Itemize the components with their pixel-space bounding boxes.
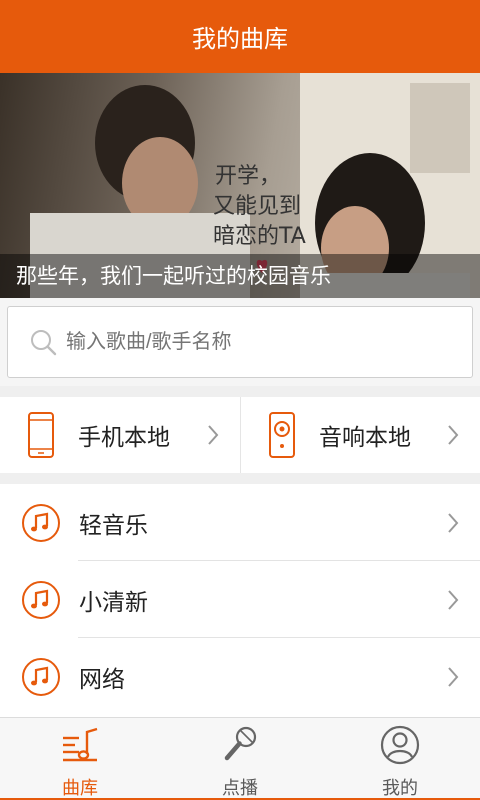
search-input[interactable] <box>66 330 331 354</box>
music-note-icon <box>22 503 60 542</box>
phone-icon <box>28 412 54 458</box>
music-note-icon <box>22 580 60 619</box>
banner-handwriting-line: 开学， <box>215 164 281 189</box>
phone-local-label: 手机本地 <box>78 425 170 451</box>
tab-mine[interactable]: 我的 <box>320 718 480 800</box>
list-item-label: 小清新 <box>79 589 148 616</box>
library-icon <box>63 727 98 762</box>
bottom-tab-bar: 曲库 点播 我的 <box>0 717 480 800</box>
list-item-network[interactable]: 网络 <box>0 638 480 715</box>
tab-label: 我的 <box>382 778 418 799</box>
tab-on-demand[interactable]: 点播 <box>160 718 320 800</box>
list-item-label: 轻音乐 <box>79 512 148 539</box>
chevron-right-icon <box>448 425 459 445</box>
banner-caption: 那些年，我们一起听过的校园音乐 <box>16 264 331 288</box>
page-title: 我的曲库 <box>192 25 288 53</box>
speaker-icon <box>269 412 295 458</box>
search-section <box>0 298 480 386</box>
chevron-right-icon <box>448 512 459 533</box>
category-list: 轻音乐 小清新 网络 <box>0 484 480 717</box>
banner-carousel[interactable]: 开学， 又能见到 暗恋的TA 那些年，我们一起听过的校园音乐 <box>0 73 480 298</box>
app-header: 我的曲库 <box>0 0 480 73</box>
tab-label: 曲库 <box>62 778 98 799</box>
local-sources: 手机本地 音响本地 <box>0 397 480 473</box>
chevron-right-icon <box>448 666 459 687</box>
banner-handwriting-line: 又能见到 <box>213 194 301 219</box>
music-note-icon <box>22 657 60 696</box>
tab-label: 点播 <box>222 778 258 799</box>
microphone-icon <box>224 726 257 761</box>
tab-library[interactable]: 曲库 <box>0 718 160 800</box>
chevron-right-icon <box>208 425 219 445</box>
list-item-fresh[interactable]: 小清新 <box>0 561 480 638</box>
speaker-local-button[interactable]: 音响本地 <box>240 397 480 473</box>
speaker-local-label: 音响本地 <box>319 425 411 451</box>
chevron-right-icon <box>448 589 459 610</box>
list-item-light-music[interactable]: 轻音乐 <box>0 484 480 561</box>
search-icon <box>31 330 57 356</box>
banner-handwriting-line: 暗恋的TA <box>213 224 306 249</box>
user-icon <box>380 725 420 765</box>
search-bar[interactable] <box>7 306 473 378</box>
phone-local-button[interactable]: 手机本地 <box>0 397 240 473</box>
list-item-label: 网络 <box>79 666 125 693</box>
